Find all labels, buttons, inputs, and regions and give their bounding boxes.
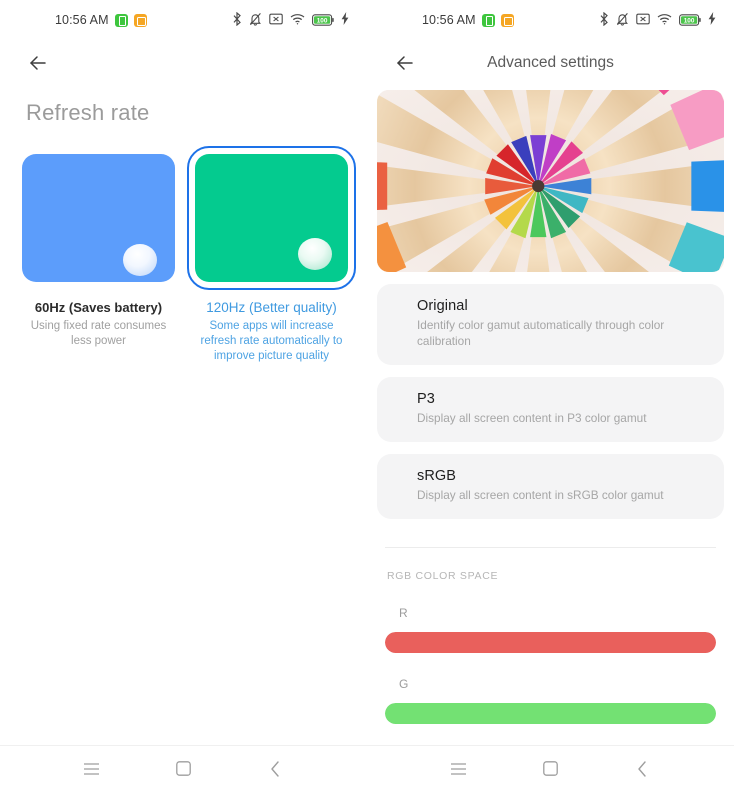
status-bar-right-group: 100 bbox=[232, 11, 349, 29]
refresh-rate-thumb-60hz[interactable] bbox=[22, 154, 175, 282]
rgb-color-space-header: RGB COLOR SPACE bbox=[387, 570, 499, 582]
slider-block-g: G bbox=[377, 677, 724, 724]
app-green-icon-2 bbox=[481, 13, 495, 27]
left-screen-refresh-rate: 10:56 AM 100 Refresh rate 60Hz (Saves ba… bbox=[0, 0, 367, 791]
charging-bolt-icon bbox=[341, 12, 349, 28]
wifi-icon-2 bbox=[657, 13, 672, 28]
status-bar-clock-2: 10:56 AM bbox=[422, 13, 476, 27]
thumb-surface-60hz bbox=[22, 154, 175, 282]
gamut-option-title: sRGB bbox=[417, 468, 457, 484]
dual-screenshot-container: 10:56 AM 100 Refresh rate 60Hz (Saves ba… bbox=[0, 0, 734, 791]
status-bar-right-group-2: 100 bbox=[599, 11, 716, 29]
app-orange-icon bbox=[133, 13, 147, 27]
svg-text:100: 100 bbox=[684, 18, 695, 25]
gamut-option-desc: Identify color gamut automatically throu… bbox=[417, 318, 665, 348]
slider-g[interactable] bbox=[385, 703, 716, 724]
colored-pencils-photo bbox=[377, 90, 724, 272]
page-title-advanced-settings: Advanced settings bbox=[487, 54, 614, 71]
gamut-option-title: P3 bbox=[417, 391, 435, 407]
preview-ball-60hz bbox=[123, 244, 157, 276]
status-bar-clock: 10:56 AM bbox=[55, 13, 109, 27]
thumb-surface-120hz bbox=[195, 154, 348, 282]
app-green-icon bbox=[114, 13, 128, 27]
refresh-rate-label-120hz: 120Hz (Better quality) bbox=[206, 300, 337, 315]
status-bar-right: 10:56 AM 100 bbox=[367, 0, 734, 40]
battery-icon: 100 bbox=[312, 14, 334, 26]
gamut-option-desc: Display all screen content in P3 color g… bbox=[417, 411, 647, 425]
svg-text:100: 100 bbox=[317, 18, 328, 25]
refresh-rate-desc-60hz: Using fixed rate consumes less power bbox=[30, 320, 167, 347]
gamut-option-title: Original bbox=[417, 298, 468, 314]
refresh-rate-option-60hz[interactable]: 60Hz (Saves battery) Using fixed rate co… bbox=[22, 154, 175, 364]
charging-bolt-icon-2 bbox=[708, 12, 716, 28]
silent-bell-icon-2 bbox=[616, 12, 629, 29]
refresh-rate-thumb-120hz[interactable] bbox=[187, 146, 356, 290]
nav-bar-left bbox=[0, 745, 367, 791]
back-arrow-icon-2[interactable] bbox=[393, 51, 417, 75]
back-arrow-icon[interactable] bbox=[26, 51, 50, 75]
slider-fill-g bbox=[385, 703, 716, 724]
page-title: Refresh rate bbox=[26, 100, 150, 125]
status-bar-left: 10:56 AM 100 bbox=[0, 0, 367, 40]
bluetooth-icon-2 bbox=[599, 11, 609, 29]
slider-label-g: G bbox=[399, 677, 409, 691]
app-orange-icon-2 bbox=[500, 13, 514, 27]
gamut-option-original[interactable]: Original Identify color gamut automatica… bbox=[377, 284, 724, 365]
right-screen-advanced-settings: 10:56 AM 100 Advanced settings Original … bbox=[367, 0, 734, 791]
preview-ball-120hz bbox=[298, 238, 332, 270]
status-bar-left-group-2: 10:56 AM bbox=[422, 13, 514, 27]
refresh-rate-desc-120hz: Some apps will increase refresh rate aut… bbox=[200, 320, 343, 362]
back-chevron-icon-2[interactable] bbox=[624, 751, 660, 787]
pencils-illustration bbox=[377, 90, 724, 272]
wifi-icon bbox=[290, 13, 305, 28]
refresh-rate-label-60hz: 60Hz (Saves battery) bbox=[34, 300, 163, 315]
gamut-option-p3[interactable]: P3 Display all screen content in P3 colo… bbox=[377, 377, 724, 442]
section-divider bbox=[385, 547, 716, 548]
recents-menu-icon[interactable] bbox=[74, 751, 110, 787]
slider-label-r: R bbox=[399, 606, 408, 620]
refresh-rate-options: 60Hz (Saves battery) Using fixed rate co… bbox=[0, 126, 367, 364]
status-bar-left-group: 10:56 AM bbox=[55, 13, 147, 27]
slider-fill-r bbox=[385, 632, 716, 653]
no-sim-icon-2 bbox=[636, 13, 650, 28]
gamut-option-srgb[interactable]: sRGB Display all screen content in sRGB … bbox=[377, 454, 724, 519]
refresh-rate-option-120hz[interactable]: 120Hz (Better quality) Some apps will in… bbox=[187, 146, 356, 364]
slider-r[interactable] bbox=[385, 632, 716, 653]
bluetooth-icon bbox=[232, 11, 242, 29]
back-chevron-icon[interactable] bbox=[257, 751, 293, 787]
top-bar-right: Advanced settings bbox=[367, 40, 734, 86]
gamut-option-desc: Display all screen content in sRGB color… bbox=[417, 488, 664, 502]
home-square-icon[interactable] bbox=[165, 751, 201, 787]
battery-icon-2: 100 bbox=[679, 14, 701, 26]
top-bar-left bbox=[0, 40, 367, 86]
no-sim-icon bbox=[269, 13, 283, 28]
silent-bell-icon bbox=[249, 12, 262, 29]
recents-menu-icon-2[interactable] bbox=[441, 751, 477, 787]
home-square-icon-2[interactable] bbox=[532, 751, 568, 787]
nav-bar-right bbox=[367, 745, 734, 791]
slider-block-r: R bbox=[377, 606, 724, 653]
advanced-settings-body: Original Identify color gamut automatica… bbox=[367, 86, 734, 745]
